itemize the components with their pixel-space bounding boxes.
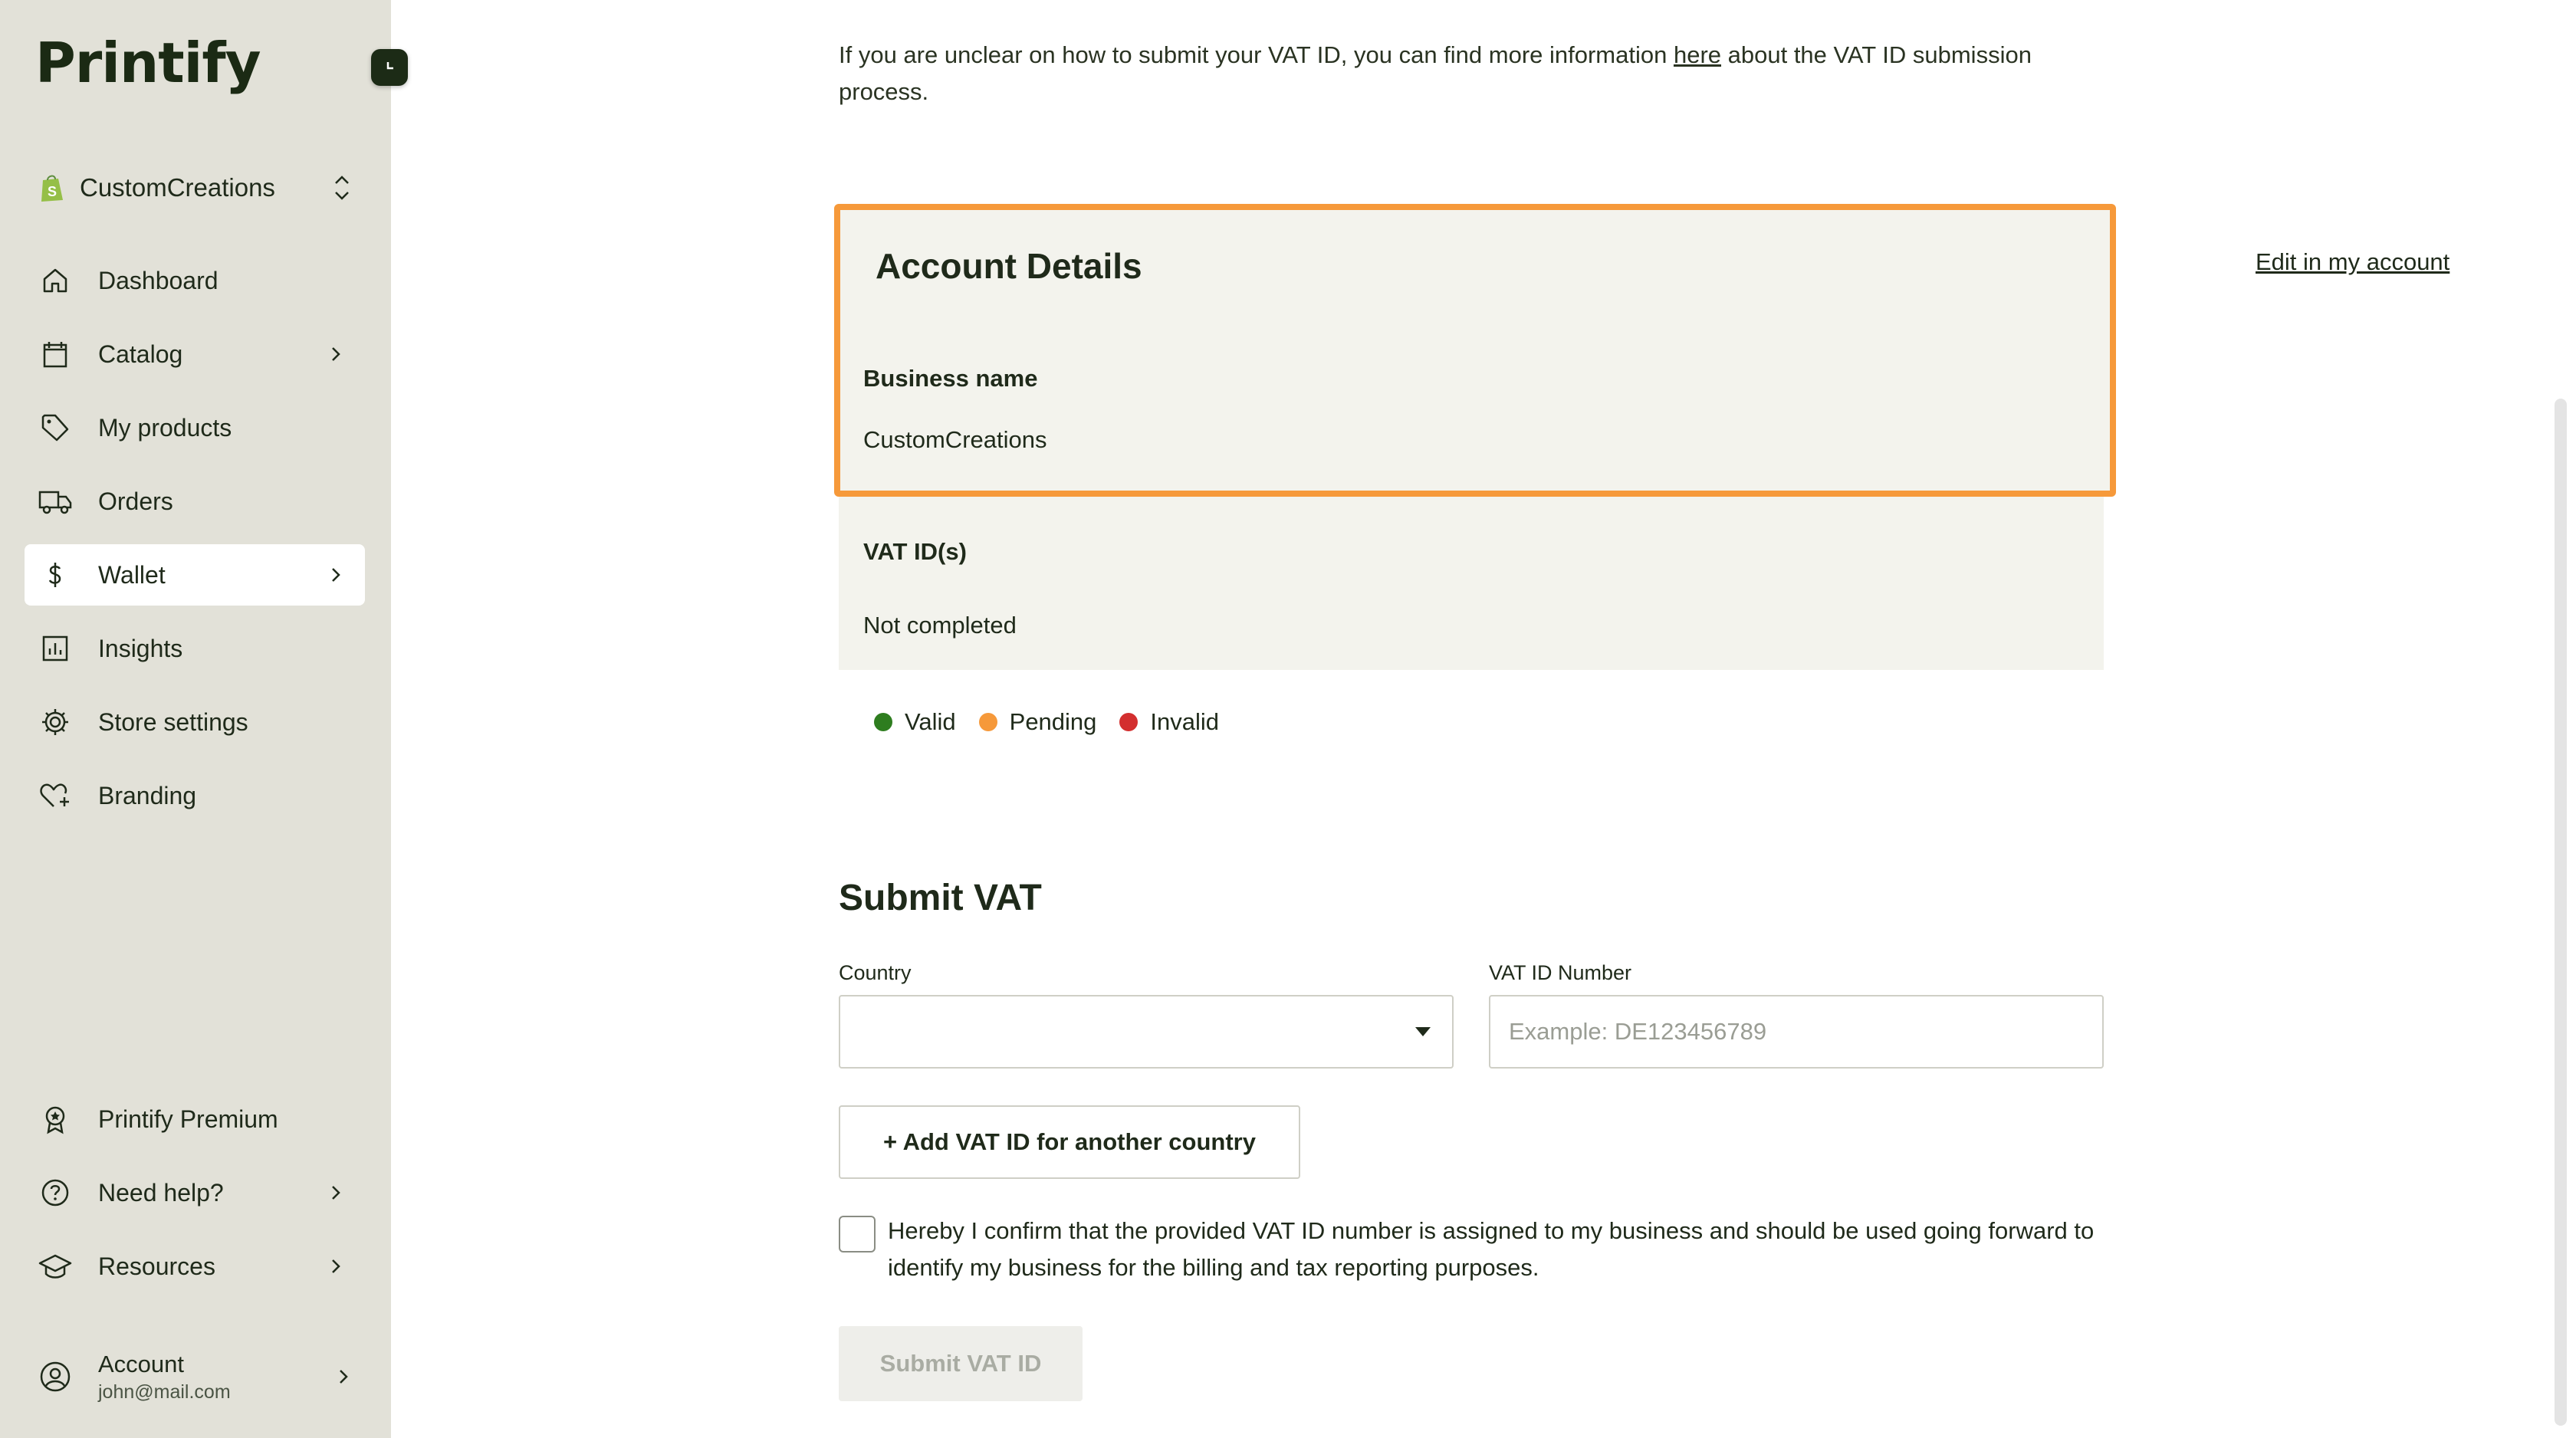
vat-ids-value: Not completed	[863, 612, 1017, 639]
account-email: john@mail.com	[98, 1381, 231, 1403]
sidebar-item-label: Resources	[98, 1252, 215, 1280]
sidebar-item-printify-premium[interactable]: Printify Premium	[25, 1088, 365, 1150]
sidebar-item-label: Branding	[98, 781, 197, 809]
printify-logo[interactable]: Printify	[35, 31, 261, 95]
vat-number-input[interactable]	[1489, 995, 2104, 1069]
dollar-icon	[38, 558, 72, 592]
store-switcher[interactable]: S CustomCreations	[38, 167, 353, 208]
status-legend: Valid Pending Invalid	[874, 708, 1242, 736]
account-details-title: Account Details	[876, 246, 1142, 286]
sidebar-item-branding[interactable]: Branding	[25, 765, 365, 826]
vat-info-text: If you are unclear on how to submit your…	[839, 37, 2111, 110]
legend-pending: Pending	[978, 708, 1097, 736]
chevron-right-icon	[332, 347, 340, 361]
account-label: Account	[98, 1350, 185, 1377]
user-icon	[38, 1360, 72, 1394]
sidebar-item-label: Printify Premium	[98, 1105, 278, 1133]
sidebar-item-label: Orders	[98, 487, 173, 515]
status-dot-invalid	[1119, 713, 1138, 731]
account-text: Account john@mail.com	[98, 1351, 334, 1404]
tag-icon	[38, 411, 72, 445]
add-vat-country-button[interactable]: + Add VAT ID for another country	[839, 1105, 1300, 1179]
sidebar-item-label: Store settings	[98, 708, 248, 736]
country-label: Country	[839, 961, 912, 984]
sidebar-item-resources[interactable]: Resources	[25, 1236, 365, 1297]
confirm-text: Hereby I confirm that the provided VAT I…	[888, 1217, 2095, 1281]
sidebar-item-my-products[interactable]: My products	[25, 397, 365, 458]
chart-icon	[38, 632, 72, 665]
sidebar: Printify S CustomCreations Dashboard Cat…	[0, 0, 391, 1438]
catalog-icon	[38, 337, 72, 371]
sidebar-item-label: Catalog	[98, 340, 183, 368]
sidebar-nav: Dashboard Catalog My products Orders Wal…	[25, 250, 365, 839]
sidebar-item-orders[interactable]: Orders	[25, 471, 365, 532]
sidebar-item-label: Insights	[98, 634, 183, 662]
sidebar-item-insights[interactable]: Insights	[25, 618, 365, 679]
business-name-value: CustomCreations	[863, 426, 1047, 453]
caret-down-icon	[1415, 1027, 1431, 1036]
vat-ids-card	[839, 497, 2104, 670]
sidebar-item-label: Dashboard	[98, 266, 219, 294]
chevron-right-icon	[332, 1186, 340, 1200]
legend-label: Pending	[1009, 708, 1097, 735]
shopify-icon: S	[41, 175, 63, 202]
legend-valid: Valid	[874, 708, 956, 736]
sidebar-item-wallet[interactable]: Wallet	[25, 544, 365, 606]
confirm-row: Hereby I confirm that the provided VAT I…	[839, 1213, 2127, 1286]
heart-plus-icon	[38, 779, 72, 813]
sidebar-item-store-settings[interactable]: Store settings	[25, 691, 365, 753]
award-icon	[38, 1102, 72, 1136]
account-menu[interactable]: Account john@mail.com	[38, 1344, 353, 1409]
scrollbar[interactable]	[2555, 399, 2567, 1426]
chevron-right-icon	[332, 1259, 340, 1273]
sidebar-item-label: Wallet	[98, 560, 166, 589]
svg-text:S: S	[48, 184, 57, 199]
sidebar-item-label: My products	[98, 413, 232, 442]
legend-label: Invalid	[1150, 708, 1220, 735]
store-name: CustomCreations	[80, 173, 275, 202]
confirm-checkbox[interactable]	[839, 1216, 876, 1253]
business-name-label: Business name	[863, 365, 1038, 392]
status-dot-valid	[874, 713, 892, 731]
graduation-cap-icon	[38, 1249, 72, 1283]
sidebar-item-catalog[interactable]: Catalog	[25, 323, 365, 385]
home-icon	[38, 264, 72, 297]
legend-label: Valid	[905, 708, 956, 735]
vat-number-label: VAT ID Number	[1489, 961, 1632, 984]
intro-text-before: If you are unclear on how to submit your…	[839, 41, 1674, 68]
collapse-sidebar-button[interactable]	[371, 49, 408, 86]
sidebar-item-label: Need help?	[98, 1178, 224, 1207]
edit-in-account-link[interactable]: Edit in my account	[2256, 248, 2450, 276]
help-icon	[38, 1176, 72, 1210]
sidebar-item-need-help[interactable]: Need help?	[25, 1162, 365, 1223]
legend-invalid: Invalid	[1119, 708, 1219, 736]
vat-ids-label: VAT ID(s)	[863, 538, 967, 565]
chevron-up-down-icon	[335, 176, 349, 200]
main-content: If you are unclear on how to submit your…	[391, 0, 2576, 1438]
truck-icon	[38, 484, 72, 518]
submit-vat-title: Submit VAT	[839, 878, 1042, 918]
status-dot-pending	[978, 713, 997, 731]
gear-icon	[38, 705, 72, 739]
sidebar-item-dashboard[interactable]: Dashboard	[25, 250, 365, 311]
chevron-right-icon	[340, 1370, 348, 1384]
submit-vat-id-button[interactable]: Submit VAT ID	[839, 1326, 1083, 1401]
info-link[interactable]: here	[1674, 41, 1721, 68]
chevron-right-icon	[332, 568, 340, 582]
sidebar-bottom-nav: Printify Premium Need help? Resources	[25, 1088, 365, 1309]
collapse-icon	[386, 62, 393, 70]
country-select[interactable]	[839, 995, 1454, 1069]
